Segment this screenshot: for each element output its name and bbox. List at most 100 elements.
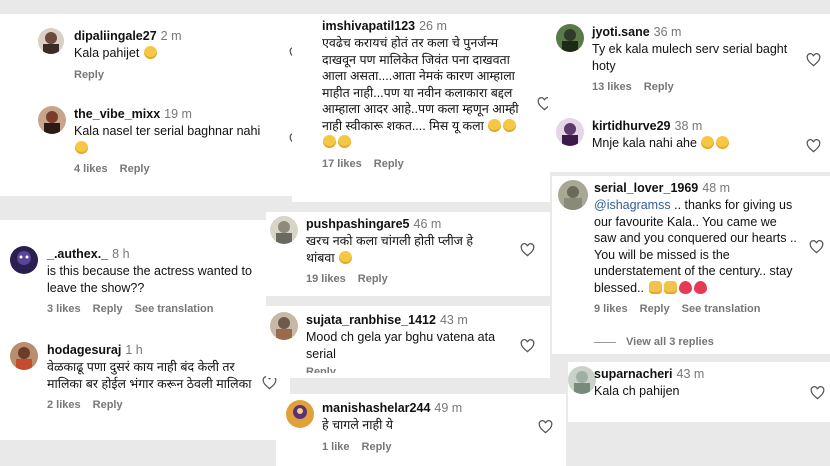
comment-text: Kala pahijet [74,46,140,60]
timestamp: 8 h [112,247,130,261]
smile-emoji-icon [716,136,730,149]
avatar[interactable] [556,118,584,146]
username[interactable]: serial_lover_1969 [594,181,698,195]
reply-button[interactable]: Reply [74,69,104,81]
username[interactable]: pushpashingare5 [306,217,410,231]
reply-button[interactable]: Reply [93,399,123,411]
comment-text: .. thanks for giving us our favourite Ka… [594,198,797,295]
likes-count[interactable]: 3 likes [47,303,81,315]
reply-button[interactable]: Reply [644,81,674,93]
comment-text: is this because the actress wanted to le… [47,264,252,295]
avatar[interactable] [556,24,584,52]
likes-count[interactable]: 4 likes [74,163,108,175]
flushed-emoji-icon [323,135,336,148]
reply-button[interactable]: Reply [93,303,123,315]
avatar[interactable] [568,366,596,394]
comment-authex: _.authex._ 8 h is this because the actres… [10,246,266,336]
comment-text: Kala ch pahijen [594,384,680,398]
comment-jyoti-sane: jyoti.sane 36 m Ty ek kala mulech serv se… [556,24,830,114]
username[interactable]: the_vibe_mixx [74,107,160,121]
avatar[interactable] [10,342,38,370]
raised-hands-emoji-icon [663,280,677,294]
avatar[interactable] [286,400,314,428]
username[interactable]: jyoti.sane [592,25,650,39]
timestamp: 38 m [674,119,703,133]
likes-count[interactable]: 17 likes [322,158,362,170]
comment-text: एवढेच करायचं होतं तर कला चे पुनर्जन्म दा… [322,36,519,133]
heart-outline-icon[interactable] [810,386,825,400]
comment-text: Mnje kala nahi ahe [592,136,697,150]
timestamp: 2 m [160,29,182,43]
timestamp: 26 m [419,19,447,33]
reply-button[interactable]: Reply [358,273,388,285]
comment-text: Mood ch gela yar bghu vatena ata serial [306,330,496,361]
comment-text: खरच नको कला चांगली होती प्लीज हे थांबवा [306,234,474,265]
heart-outline-icon[interactable] [520,243,535,257]
flushed-emoji-icon [503,118,517,132]
timestamp: 48 m [702,181,731,195]
avatar[interactable] [270,216,298,244]
heart-outline-icon[interactable] [806,53,821,67]
comment-panel-9: serial_lover_1969 48 m @ishagramss .. tha… [552,176,830,354]
heart-outline-icon[interactable] [809,240,824,254]
username[interactable]: hodagesuraj [47,343,121,357]
heart-outline-icon[interactable] [806,139,821,153]
avatar[interactable] [558,180,588,210]
red-heart-emoji-icon [693,280,707,294]
comment-kirtidhurve29: kirtidhurve29 38 m Mnje kala nahi ahe [556,118,830,172]
comment-manishashelar244: manishashelar244 49 m हे चागले नाही ये 1 … [286,400,536,466]
comment-panel-2: _.authex._ 8 h is this because the actres… [0,220,266,336]
comment-imshivapatil123: imshivapatil123 26 m एवढेच करायचं होतं तर… [298,18,520,200]
red-heart-emoji-icon [678,280,692,294]
mention-link[interactable]: @ishagramss [594,198,671,212]
likes-count[interactable]: 9 likes [594,303,628,315]
timestamp: 43 m [676,367,705,381]
comment-sujata-ranbhise: sujata_ranbhise_1412 43 m Mood ch gela ya… [270,312,520,378]
timestamp: 49 m [434,401,463,415]
comment-serial-lover-1969: serial_lover_1969 48 m @ishagramss .. tha… [558,180,830,350]
reply-button[interactable]: Reply [120,163,150,175]
comment-the-vibe-mixx: the_vibe_mixx 19 m Kala nasel ter serial … [38,106,308,186]
heart-outline-icon[interactable] [538,420,553,434]
reply-button[interactable]: Reply [306,365,520,373]
avatar[interactable] [38,106,66,134]
timestamp: 36 m [653,25,682,39]
avatar[interactable] [38,28,64,54]
flushed-emoji-icon [338,135,351,148]
username[interactable]: dipaliingale27 [74,29,157,43]
reply-button[interactable]: Reply [640,303,670,315]
username[interactable]: kirtidhurve29 [592,119,671,133]
flushed-emoji-icon [339,250,353,264]
likes-count[interactable]: 13 likes [592,81,632,93]
username[interactable]: imshivapatil123 [322,19,415,33]
pensive-emoji-icon [701,136,715,149]
comment-panel-3: hodagesuraj 1 h वेळकाढू पणा दुसरं काय नाह… [0,336,290,440]
username[interactable]: sujata_ranbhise_1412 [306,313,436,327]
view-all-replies-button[interactable]: View all 3 replies [594,336,714,348]
see-translation-link[interactable]: See translation [682,303,761,315]
comment-panel-8: jyoti.sane 36 m Ty ek kala mulech serv se… [548,14,830,172]
see-translation-link[interactable]: See translation [135,303,214,315]
comment-dipaliingale27: dipaliingale27 2 m Kala pahijet Reply [38,28,308,88]
username[interactable]: manishashelar244 [322,401,430,415]
likes-count[interactable]: 2 likes [47,399,81,411]
avatar[interactable] [270,312,298,340]
comment-text: हे चागले नाही ये [322,418,394,432]
username[interactable]: _.authex._ [47,247,108,261]
comment-pushpashingare5: pushpashingare5 46 m खरच नको कला चांगली ह… [270,216,518,296]
likes-count[interactable]: 1 like [322,441,350,453]
comment-panel-1: dipaliingale27 2 m Kala pahijet Reply the… [0,14,308,196]
reply-button[interactable]: Reply [362,441,392,453]
comment-suparnacheri: suparnacheri 43 m Kala ch pahijen [568,366,830,420]
heart-outline-icon[interactable] [520,339,535,353]
pensive-emoji-icon [143,46,157,59]
comment-panel-7: manishashelar244 49 m हे चागले नाही ये 1 … [276,394,566,466]
username[interactable]: suparnacheri [594,367,673,381]
reply-button[interactable]: Reply [374,158,404,170]
timestamp: 46 m [413,217,442,231]
likes-count[interactable]: 19 likes [306,273,346,285]
comment-text: Ty ek kala mulech serv serial baght hoty [592,42,788,73]
flushed-emoji-icon [75,140,88,154]
heart-outline-icon[interactable] [262,376,277,390]
avatar[interactable] [10,246,38,274]
